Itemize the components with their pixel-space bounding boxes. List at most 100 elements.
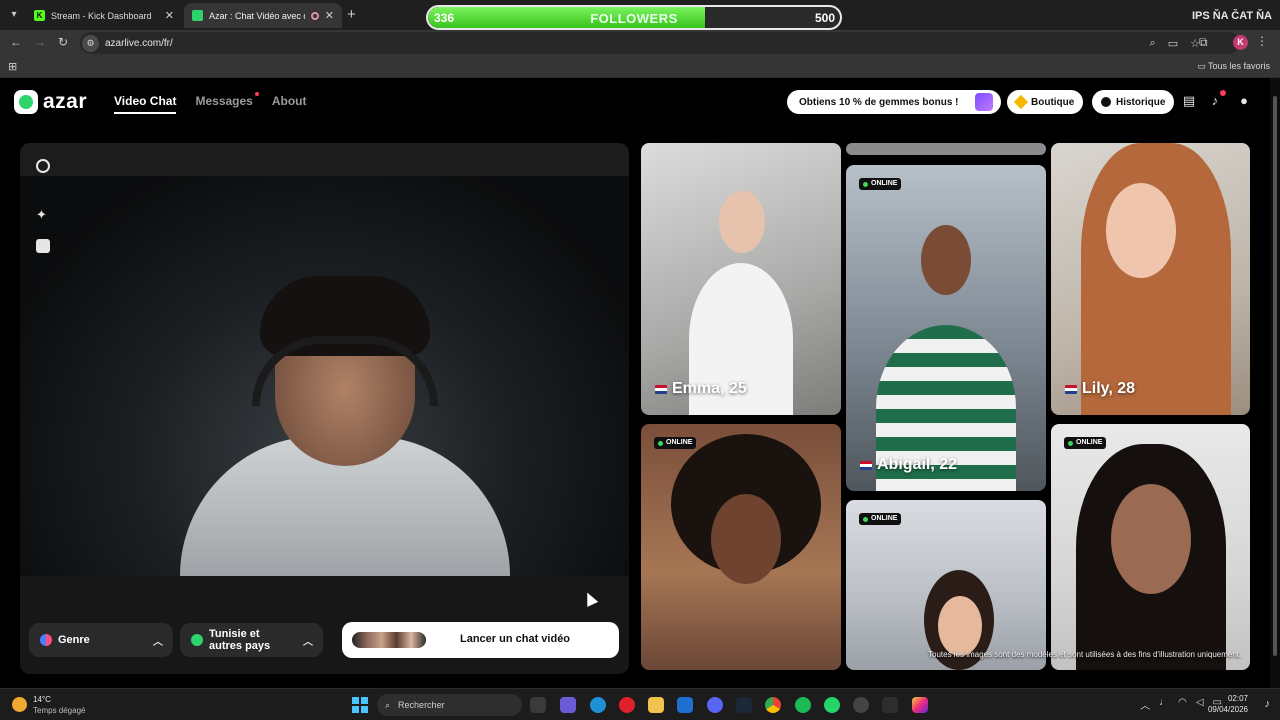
online-label: ONLINE (1076, 439, 1103, 446)
zoom-icon[interactable]: ⌕ (1150, 37, 1156, 50)
reload-icon[interactable]: ↻ (58, 35, 68, 49)
weather-moon-icon[interactable] (12, 697, 27, 712)
online-dot (863, 516, 868, 522)
online-label: ONLINE (871, 180, 898, 187)
file-explorer-icon[interactable] (648, 697, 664, 713)
expand-icon[interactable] (36, 159, 50, 173)
sticker-icon[interactable] (36, 239, 50, 253)
gem-bonus-button[interactable]: Obtiens 10 % de gemmes bonus ! (787, 90, 1001, 114)
volume-icon[interactable]: ◁ (1196, 697, 1204, 712)
forward-icon[interactable]: → (34, 35, 46, 49)
cast-icon[interactable]: ▭ (1168, 37, 1178, 50)
nav-video-chat[interactable]: Video Chat (114, 94, 177, 114)
profile-card-partial[interactable] (846, 143, 1046, 155)
profile-card-online-2[interactable]: ONLINE (846, 500, 1046, 670)
start-video-chat-button[interactable]: Lancer un chat vidéo (342, 622, 619, 658)
clock-date[interactable]: 09/04/2026 (1208, 705, 1248, 714)
weather-temp[interactable]: 14°C (33, 695, 51, 704)
azar-logo[interactable]: azar (14, 90, 87, 114)
nav-about[interactable]: About (272, 94, 307, 114)
whatsapp-icon[interactable] (824, 697, 840, 713)
profile-card-online-3[interactable]: ONLINE (1051, 424, 1250, 670)
tab-search-chevron-icon[interactable]: ▾ (6, 7, 22, 23)
search-icon: ⌕ (385, 699, 391, 710)
profile-name: Emma, 25 (655, 380, 747, 398)
profile-name: Abigail, 22 (860, 456, 957, 474)
profile-name-text: Lily, 28 (1082, 380, 1136, 397)
tray-chevron-icon[interactable]: ︿ (1140, 697, 1150, 712)
opera-icon[interactable] (619, 697, 635, 713)
new-tab-button[interactable]: + (347, 6, 356, 23)
close-tab-icon[interactable]: ✕ (325, 9, 334, 22)
site-info-icon[interactable]: ⚙ (82, 34, 99, 52)
azar-icon (192, 10, 203, 21)
edge-icon[interactable] (590, 697, 606, 713)
obs-icon[interactable] (853, 697, 869, 713)
address-bar-row: ← → ↻ ⚙ azarlive.com/fr/ ⌕ ▭ ☆ ⧉ (0, 30, 1280, 56)
extensions-icon[interactable]: ⧉ (1199, 35, 1208, 50)
azar-logo-icon (14, 90, 38, 114)
us-flag-icon (1065, 384, 1077, 394)
back-icon[interactable]: ← (10, 35, 22, 49)
profile-avatar[interactable]: K (1233, 35, 1248, 50)
effects-wand-icon[interactable]: ✦ (36, 208, 50, 222)
wifi-icon[interactable]: ◠ (1178, 697, 1187, 712)
clock-time[interactable]: 02:07 (1228, 694, 1248, 703)
instagram-icon[interactable] (912, 697, 928, 713)
url-text[interactable]: azarlive.com/fr/ (105, 38, 173, 49)
menu-kebab-icon[interactable]: ⋮ (1256, 34, 1268, 48)
profile-photo-hair (1081, 143, 1231, 415)
illustration-disclaimer: Toutes les images sont des modèles et so… (928, 650, 1242, 659)
scrollbar-thumb[interactable] (1273, 96, 1277, 656)
notification-center-icon[interactable]: ♪ (1265, 698, 1271, 710)
user-account-icon[interactable]: ● (1236, 93, 1252, 109)
us-flag-icon (655, 384, 667, 394)
tab-label: Azar : Chat Vidéo avec de n (209, 10, 305, 21)
omnibox-actions: ⌕ ▭ ☆ (1150, 37, 1200, 50)
online-dot (1068, 440, 1073, 446)
steam-icon[interactable] (736, 697, 752, 713)
discord-icon[interactable] (707, 697, 723, 713)
azar-logo-text: azar (43, 90, 88, 113)
page-scrollbar[interactable] (1270, 78, 1280, 688)
chrome-icon[interactable] (765, 697, 781, 713)
microphone-icon[interactable]: ♩ (1159, 697, 1169, 712)
omnibox[interactable]: ⚙ azarlive.com/fr/ ⌕ ▭ ☆ (80, 32, 1240, 54)
tab-azar[interactable]: Azar : Chat Vidéo avec de n ✕ (184, 3, 342, 28)
profile-card-lily[interactable]: Lily, 28 (1051, 143, 1250, 415)
app-icon[interactable] (882, 697, 898, 713)
profile-card-emma[interactable]: Emma, 25 (641, 143, 841, 415)
taskbar-search[interactable]: ⌕ Rechercher (377, 694, 522, 716)
gem-icon (1013, 94, 1029, 110)
browser-tab-bar: ▾ K Stream - Kick Dashboard ✕ Azar : Cha… (0, 0, 1280, 30)
weather-description[interactable]: Temps dégagé (33, 706, 85, 715)
history-button[interactable]: Historique (1092, 90, 1175, 114)
task-view-icon[interactable] (530, 697, 546, 713)
profile-card-abigail[interactable]: ONLINE Abigail, 22 (846, 165, 1046, 491)
store-icon[interactable] (677, 697, 693, 713)
notification-bell-icon[interactable]: ♪ (1207, 90, 1226, 109)
inbox-icon[interactable]: ▤ (1181, 93, 1197, 109)
recording-icon (310, 11, 319, 20)
video-top-bar (20, 143, 629, 176)
windows-taskbar: 14°C Temps dégagé ⌕ Rechercher ︿ ♩ ◠ ◁ ▭… (0, 688, 1280, 720)
teams-icon[interactable] (560, 697, 576, 713)
gender-filter-button[interactable]: Genre ︿ (29, 623, 173, 657)
profile-card-online[interactable]: ONLINE (641, 424, 841, 670)
spotify-icon[interactable] (795, 697, 811, 713)
tab-kick-dashboard[interactable]: K Stream - Kick Dashboard ✕ (26, 3, 182, 28)
close-tab-icon[interactable]: ✕ (165, 9, 174, 22)
profile-name-text: Abigail, 22 (877, 456, 958, 473)
apps-grid-icon[interactable]: ⊞ (8, 60, 17, 73)
region-filter-button[interactable]: Tunisie et autres pays ︿ (180, 623, 323, 657)
all-bookmarks-link[interactable]: ▭ Tous les favoris (1197, 61, 1270, 72)
avatar-stack (352, 632, 426, 648)
profile-photo-face (719, 191, 765, 253)
online-badge: ONLINE (859, 178, 902, 190)
boutique-button[interactable]: Boutique (1007, 90, 1084, 114)
online-dot (863, 181, 868, 187)
profile-photo-face (1111, 484, 1191, 594)
nav-messages[interactable]: Messages (195, 92, 259, 114)
start-button[interactable] (352, 697, 368, 713)
start-video-chat-label: Lancer un chat vidéo (460, 633, 571, 645)
